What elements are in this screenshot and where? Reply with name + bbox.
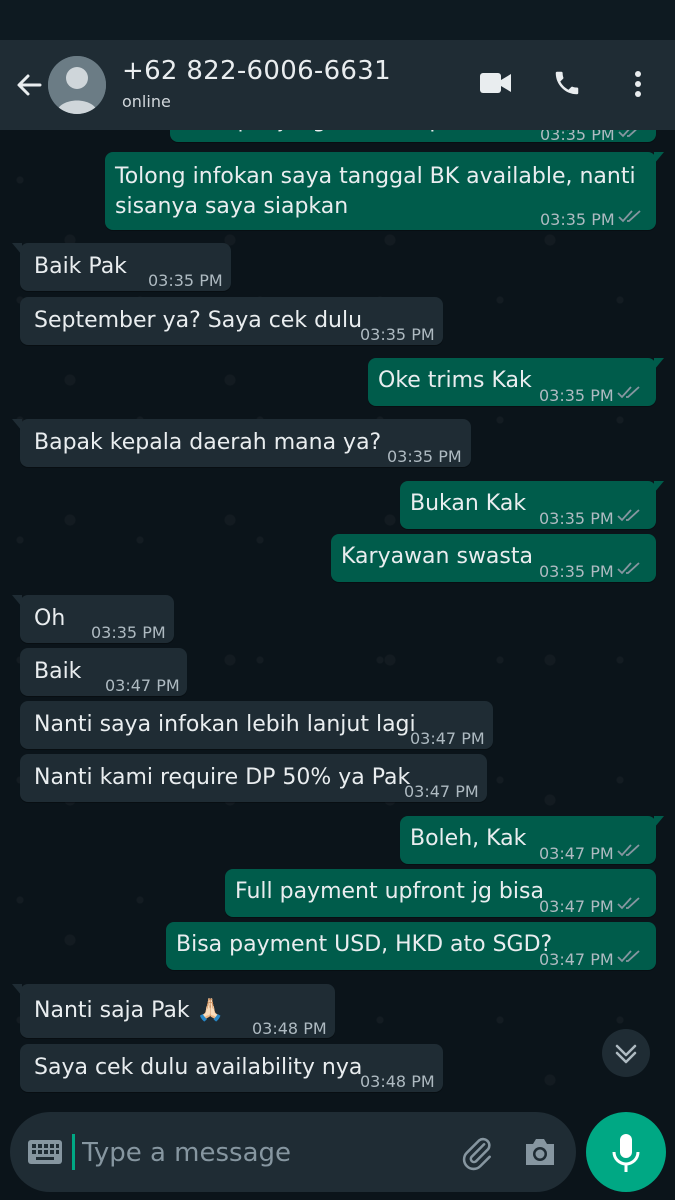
message-text: Oke trims Kak xyxy=(378,368,532,393)
message-time: 03:47 PM xyxy=(404,782,479,801)
video-call-icon[interactable] xyxy=(480,72,512,94)
scroll-to-bottom-button[interactable] xyxy=(602,1029,650,1077)
read-ticks-icon xyxy=(617,562,640,575)
message-bubble-outgoing[interactable]: Tolong infokan saya tanggal BK available… xyxy=(105,152,664,230)
message-time: 03:35 PM xyxy=(360,325,435,344)
arrow-left-icon[interactable] xyxy=(14,70,44,100)
message-bubble-incoming[interactable]: September ya? Saya cek dulu 03:35 PM xyxy=(20,297,443,345)
message-time: 03:48 PM xyxy=(360,1072,435,1091)
message-text: Baik Pak xyxy=(34,254,127,279)
message-bubble-outgoing[interactable]: Bisa payment USD, HKD ato SGD? 03:47 PM xyxy=(166,922,656,970)
message-text: Nanti saja Pak 🙏🏻 xyxy=(34,998,225,1023)
message-bubble-outgoing[interactable]: Boleh, Kak 03:47 PM xyxy=(400,816,664,864)
read-ticks-icon xyxy=(617,950,640,963)
message-text: sisanya saya siapkan xyxy=(115,194,349,219)
message-text: Full payment upfront jg bisa xyxy=(235,879,544,904)
message-time: 03:35 PM xyxy=(539,509,614,528)
message-text: Karyawan swasta xyxy=(341,544,533,569)
message-text: Bisa payment USD, HKD ato SGD? xyxy=(176,932,553,957)
message-bubble-outgoing[interactable]: Oke trims Kak 03:35 PM xyxy=(368,358,664,406)
message-bubble-incoming[interactable]: Nanti kami require DP 50% ya Pak 03:47 P… xyxy=(20,754,487,802)
message-bubble-outgoing[interactable]: Karyawan swasta 03:35 PM xyxy=(331,534,656,582)
read-ticks-icon xyxy=(617,509,640,522)
message-text: Nanti saya infokan lebih lanjut lagi xyxy=(34,712,416,737)
camera-icon[interactable] xyxy=(522,1136,558,1168)
message-time: 03:48 PM xyxy=(252,1019,327,1038)
text-caret xyxy=(72,1134,75,1170)
message-time: 03:47 PM xyxy=(410,729,485,748)
message-bubble-incoming[interactable]: Baik 03:47 PM xyxy=(20,648,187,696)
keyboard-icon[interactable] xyxy=(28,1140,62,1164)
message-time: 03:35 PM xyxy=(387,447,462,466)
contact-name[interactable]: +62 822-6006-6631 xyxy=(122,56,391,86)
message-text: Oh xyxy=(34,606,66,631)
message-text: Tolong infokan saya tanggal BK available… xyxy=(115,164,636,189)
message-time: 03:35 PM xyxy=(91,623,166,642)
avatar[interactable] xyxy=(48,56,106,114)
voice-message-button[interactable] xyxy=(586,1112,666,1192)
message-time: 03:35 PM xyxy=(539,562,614,581)
more-vert-icon[interactable] xyxy=(630,70,646,98)
message-time: 03:35 PM xyxy=(539,386,614,405)
message-bubble-outgoing[interactable]: Bukan Kak 03:35 PM xyxy=(400,481,664,529)
message-text: Baik xyxy=(34,659,82,684)
phone-icon[interactable] xyxy=(552,68,582,98)
message-bubble-incoming[interactable]: Nanti saja Pak 🙏🏻 03:48 PM xyxy=(12,984,335,1038)
paperclip-icon[interactable] xyxy=(458,1134,496,1172)
message-time: 03:47 PM xyxy=(105,676,180,695)
read-ticks-icon xyxy=(618,210,641,223)
message-time: 03:47 PM xyxy=(539,897,614,916)
status-bar xyxy=(0,0,675,40)
message-text: Saya cek dulu availability nya xyxy=(34,1055,363,1080)
message-text: Bapak kepala daerah mana ya? xyxy=(34,430,382,455)
message-bubble-incoming[interactable]: Baik Pak 03:35 PM xyxy=(12,243,231,291)
read-ticks-icon xyxy=(617,897,640,910)
message-bubble-incoming[interactable]: Oh 03:35 PM xyxy=(12,595,174,643)
message-bubble-incoming[interactable]: Bapak kepala daerah mana ya? 03:35 PM xyxy=(12,419,471,467)
message-time: 03:47 PM xyxy=(539,844,614,863)
chevron-double-down-icon xyxy=(615,1044,637,1064)
message-composer xyxy=(10,1112,576,1192)
message-bubble-outgoing[interactable]: Full payment upfront jg bisa 03:47 PM xyxy=(225,869,656,917)
message-time: 03:35 PM xyxy=(540,210,615,229)
message-input[interactable] xyxy=(80,1130,444,1176)
message-text: Nanti kami require DP 50% ya Pak xyxy=(34,765,411,790)
message-text: September ya? Saya cek dulu xyxy=(34,308,363,333)
chat-header: +62 822-6006-6631 online xyxy=(0,40,675,130)
message-text: Boleh, Kak xyxy=(410,826,527,851)
message-bubble-incoming[interactable]: Saya cek dulu availability nya 03:48 PM xyxy=(20,1044,443,1092)
read-ticks-icon xyxy=(617,844,640,857)
message-time: 03:35 PM xyxy=(148,271,223,290)
contact-status: online xyxy=(122,92,171,111)
mic-icon xyxy=(612,1134,640,1172)
default-avatar-icon xyxy=(48,56,106,114)
read-ticks-icon xyxy=(617,386,640,399)
message-time: 03:47 PM xyxy=(539,950,614,969)
message-text: Bukan Kak xyxy=(410,491,527,516)
message-bubble-incoming[interactable]: Nanti saya infokan lebih lanjut lagi 03:… xyxy=(20,701,493,749)
